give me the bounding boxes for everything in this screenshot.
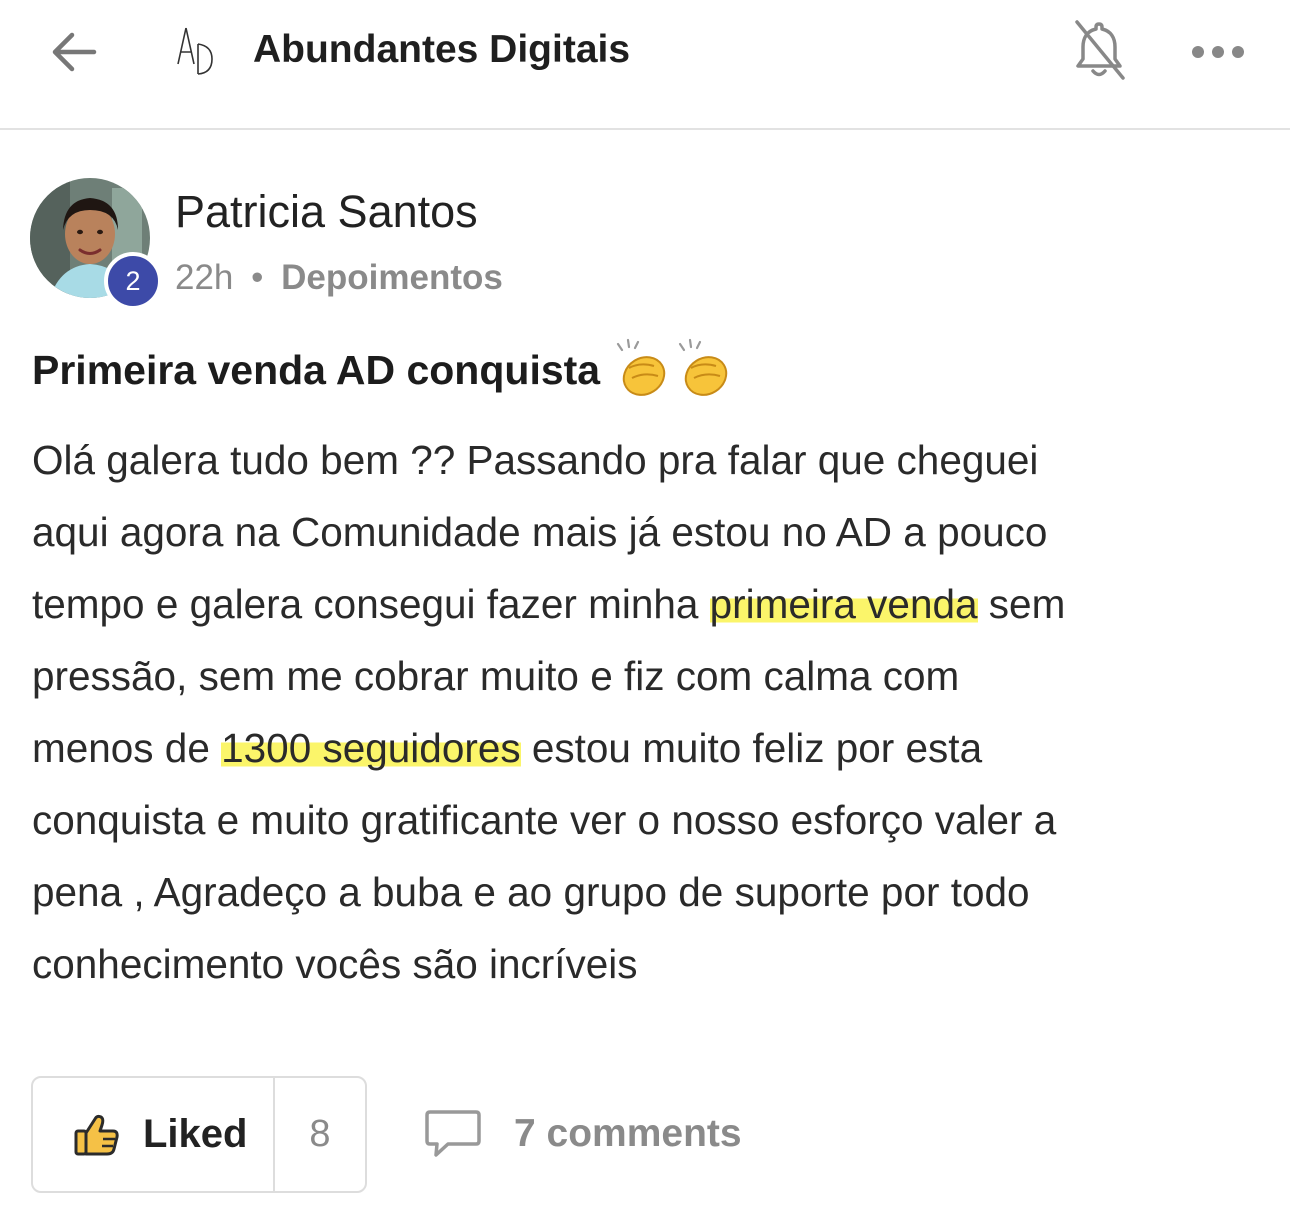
author-name[interactable]: Patricia Santos xyxy=(175,186,478,238)
thumbs-up-icon xyxy=(74,1114,119,1155)
top-app-bar: Abundantes Digitais xyxy=(0,0,1290,130)
clapping-hands-icon xyxy=(614,338,738,402)
back-button[interactable] xyxy=(44,22,104,82)
more-horizontal-icon xyxy=(1192,46,1244,58)
highlighted-text: 1300 seguidores xyxy=(221,725,521,771)
body-text: pressão, sem me cobrar muito e fiz com c… xyxy=(32,653,960,699)
post-body: Olá galera tudo bem ?? Passando pra fala… xyxy=(32,424,1267,1000)
body-text: sem xyxy=(977,581,1066,627)
post-meta: 22h • Depoimentos xyxy=(175,258,503,298)
meta-separator: • xyxy=(251,258,264,297)
comments-label: 7 comments xyxy=(514,1112,742,1155)
comment-bubble-icon xyxy=(425,1110,481,1157)
bell-off-icon xyxy=(1075,20,1125,80)
body-text: conhecimento vocês são incríveis xyxy=(32,941,638,987)
like-control: Liked 8 xyxy=(31,1076,367,1193)
post-body-line: conhecimento vocês são incríveis xyxy=(32,928,1267,1000)
group-logo xyxy=(172,24,216,80)
body-text: Olá galera tudo bem ?? Passando pra fala… xyxy=(32,437,1039,483)
mute-notifications-button[interactable] xyxy=(1068,16,1130,84)
body-text: estou muito feliz por esta xyxy=(520,725,983,771)
group-title: Abundantes Digitais xyxy=(253,28,631,71)
body-text: conquista e muito gratificante ver o nos… xyxy=(32,797,1057,843)
post-title-text: Primeira venda AD conquista xyxy=(32,346,601,393)
post-body-line: tempo e galera consegui fazer minha prim… xyxy=(32,568,1267,640)
post-title: Primeira venda AD conquista xyxy=(32,338,738,402)
like-button[interactable]: Liked xyxy=(33,1078,275,1191)
body-text: menos de xyxy=(32,725,222,771)
post-body-line: conquista e muito gratificante ver o nos… xyxy=(32,784,1267,856)
post-body-line: menos de 1300 seguidores estou muito fel… xyxy=(32,712,1267,784)
level-badge: 2 xyxy=(104,252,162,310)
highlighted-text: primeira venda xyxy=(709,581,978,627)
body-text: aqui agora na Comunidade mais já estou n… xyxy=(32,509,1048,555)
post-time: 22h xyxy=(175,258,234,297)
arrow-left-icon xyxy=(52,32,97,72)
like-label: Liked xyxy=(143,1112,248,1156)
post-body-line: Olá galera tudo bem ?? Passando pra fala… xyxy=(32,424,1267,496)
post-category[interactable]: Depoimentos xyxy=(281,258,503,297)
post-body-line: pressão, sem me cobrar muito e fiz com c… xyxy=(32,640,1267,712)
post-body-line: pena , Agradeço a buba e ao grupo de sup… xyxy=(32,856,1267,928)
body-text: tempo e galera consegui fazer minha xyxy=(32,581,710,627)
body-text: pena , Agradeço a buba e ao grupo de sup… xyxy=(32,869,1030,915)
comments-button[interactable]: 7 comments xyxy=(424,1104,742,1164)
post-body-line: aqui agora na Comunidade mais já estou n… xyxy=(32,496,1267,568)
like-count[interactable]: 8 xyxy=(275,1078,365,1191)
more-options-button[interactable] xyxy=(1186,30,1250,74)
